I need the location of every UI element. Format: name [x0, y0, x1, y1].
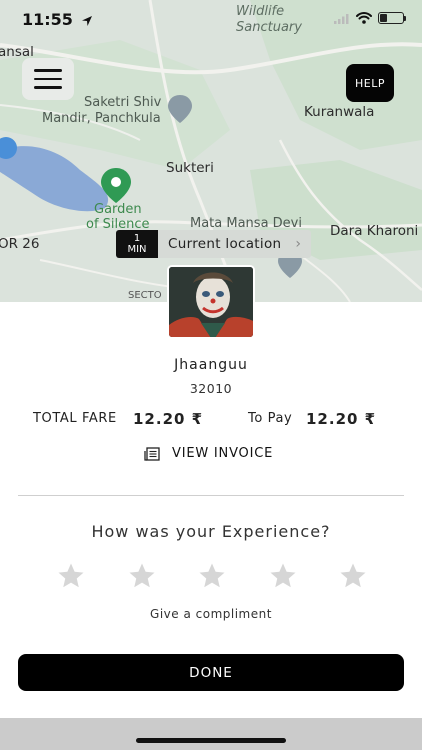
map-label-wildlife: Wildlife [236, 4, 285, 19]
experience-title: How was your Experience? [91, 522, 331, 541]
map-label-sanctuary: Sanctuary [236, 20, 302, 35]
map-label-or26: OR 26 [0, 236, 40, 252]
view-invoice-label: VIEW INVOICE [172, 446, 274, 461]
invoice-icon [144, 446, 160, 461]
give-compliment-link[interactable]: Give a compliment [0, 607, 422, 621]
map-label-garden-1: Garden [94, 202, 142, 217]
chevron-right-icon: › [295, 236, 302, 252]
view-invoice-button[interactable]: VIEW INVOICE [144, 446, 273, 461]
to-pay-value: 12.20 ₹ [306, 410, 377, 428]
map-label-kuranwala: Kuranwala [304, 104, 375, 120]
driver-avatar [167, 265, 255, 339]
driver-name: Jhaanguu [174, 357, 248, 373]
to-pay-label: To Pay [248, 411, 293, 426]
star-icon[interactable] [338, 561, 368, 591]
fare-row: TOTAL FARE 12.20 ₹ To Pay 12.20 ₹ [0, 410, 422, 430]
total-fare-value: 12.20 ₹ [133, 410, 204, 428]
bottom-bar [0, 718, 422, 750]
map-label-mata: Mata Mansa Devi [190, 216, 302, 231]
driver-id: 32010 [189, 381, 233, 396]
star-icon[interactable] [268, 561, 298, 591]
star-icon[interactable] [197, 561, 227, 591]
map-label-sukteri: Sukteri [166, 160, 214, 176]
eta-value: 1 [133, 233, 141, 244]
eta-unit: MIN [127, 244, 147, 255]
current-location-label-wrap: Current location › [158, 230, 312, 258]
cellular-icon [334, 13, 349, 24]
status-indicators [334, 12, 406, 24]
help-button[interactable]: HELP [346, 64, 394, 102]
battery-icon [378, 12, 406, 24]
current-location-label: Current location [168, 236, 282, 252]
map-label-saketri-1: Saketri Shiv [84, 95, 162, 110]
divider [18, 495, 404, 496]
avatar-image [169, 267, 253, 337]
menu-icon [34, 69, 62, 72]
map-label-dara: Dara Kharoni [330, 223, 419, 239]
status-time: 11:55 [22, 10, 93, 29]
wifi-icon [356, 12, 372, 24]
done-button[interactable]: DONE [18, 654, 404, 691]
star-icon[interactable] [56, 561, 86, 591]
star-icon[interactable] [127, 561, 157, 591]
status-time-text: 11:55 [22, 10, 73, 29]
location-arrow-icon [81, 15, 92, 26]
current-location-chip[interactable]: 1 MIN Current location › [116, 230, 312, 258]
menu-button[interactable] [22, 58, 74, 100]
total-fare-label: TOTAL FARE [33, 411, 117, 426]
star-rating [56, 561, 368, 591]
eta-badge: 1 MIN [116, 230, 158, 258]
map-label-secto: SECTO [128, 290, 162, 301]
map-label-saketri-2: Mandir, Panchkula [42, 111, 161, 126]
home-indicator [136, 738, 286, 743]
